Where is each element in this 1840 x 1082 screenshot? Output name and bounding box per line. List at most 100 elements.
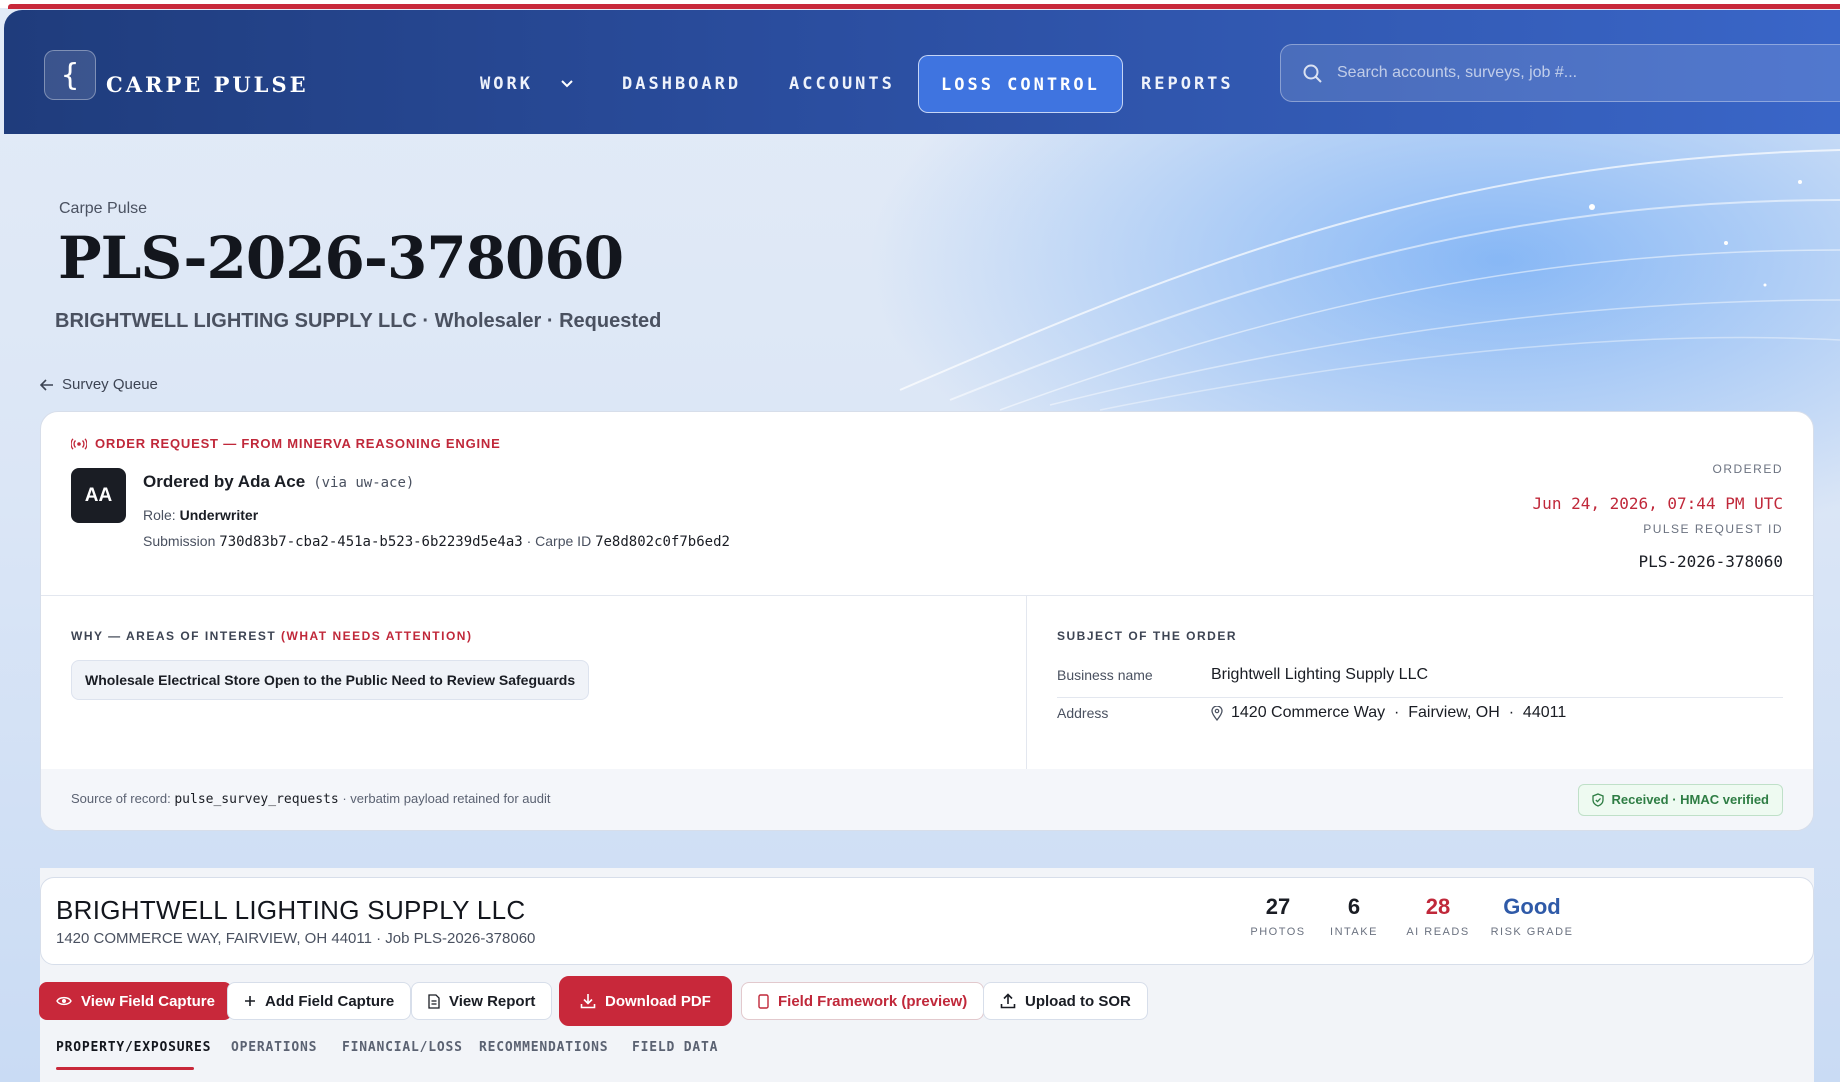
source-prefix: Source of record:: [71, 791, 171, 806]
address-value: 1420 Commerce Way · Fairview, OH · 44011: [1231, 704, 1567, 721]
field-framework-button[interactable]: Field Framework (preview): [741, 982, 985, 1020]
button-label: Download PDF: [605, 992, 711, 1010]
view-field-capture-button[interactable]: View Field Capture: [39, 982, 232, 1020]
page-subtitle: BRIGHTWELL LIGHTING SUPPLY LLC · Wholesa…: [55, 310, 662, 332]
button-label: View Field Capture: [81, 992, 215, 1010]
role-label: Role:: [143, 507, 176, 523]
separator: ·: [526, 533, 532, 549]
back-to-survey-queue-link[interactable]: Survey Queue: [40, 376, 158, 393]
search-input[interactable]: Search accounts, surveys, job #...: [1280, 44, 1840, 102]
brand-name[interactable]: CARPE PULSE: [106, 72, 309, 97]
carpe-id-label: Carpe ID: [535, 533, 592, 549]
business-name-label: Business name: [1057, 667, 1153, 683]
download-icon: [580, 994, 596, 1009]
nav-dashboard[interactable]: DASHBOARD: [622, 55, 741, 113]
tab-financial-loss[interactable]: FINANCIAL/LOSS: [342, 1040, 463, 1055]
mobile-icon: [758, 993, 769, 1009]
submission-line: Submission 730d83b7-cba2-451a-b523-6b223…: [143, 533, 730, 550]
nav-work[interactable]: WORK: [480, 55, 574, 113]
account-address-job: 1420 COMMERCE WAY, FAIRVIEW, OH 44011 · …: [56, 930, 536, 947]
upload-to-sor-button[interactable]: Upload to SOR: [983, 982, 1148, 1020]
subject-of-order-label: SUBJECT OF THE ORDER: [1057, 629, 1238, 643]
download-pdf-button[interactable]: Download PDF: [559, 976, 732, 1026]
nav-work-label: WORK: [480, 74, 533, 94]
active-tab-indicator: [56, 1067, 194, 1070]
submission-label: Submission: [143, 533, 216, 549]
source-table: pulse_survey_requests: [174, 792, 339, 807]
tab-operations[interactable]: OPERATIONS: [231, 1040, 317, 1055]
stat-label: INTAKE: [1330, 926, 1378, 938]
divider: [1057, 697, 1783, 698]
page-title: PLS-2026-378060: [58, 224, 624, 292]
button-label: Field Framework (preview): [778, 992, 968, 1010]
top-accent-bar: [0, 0, 1840, 9]
nav-reports[interactable]: REPORTS: [1141, 55, 1234, 113]
breadcrumb[interactable]: Carpe Pulse: [59, 200, 147, 218]
add-field-capture-button[interactable]: Add Field Capture: [227, 982, 412, 1020]
status-badge: Received · HMAC verified: [1577, 784, 1783, 816]
nav-loss-control[interactable]: LOSS CONTROL: [918, 55, 1123, 113]
back-link-label: Survey Queue: [62, 376, 158, 393]
avatar: AA: [71, 468, 126, 523]
why-label-text: WHY — AREAS OF INTEREST: [71, 629, 277, 643]
tab-property-exposures[interactable]: PROPERTY/EXPOSURES: [56, 1040, 211, 1055]
stat-label: RISK GRADE: [1490, 926, 1574, 938]
stat-label: AI READS: [1406, 926, 1470, 938]
plus-icon: [245, 996, 255, 1006]
brand-logo[interactable]: {: [44, 50, 96, 100]
pulse-request-id-label: PULSE REQUEST ID: [1643, 522, 1783, 536]
order-request-tag: ORDER REQUEST — FROM MINERVA REASONING E…: [71, 436, 501, 451]
divider: [1026, 595, 1027, 769]
account-summary: BRIGHTWELL LIGHTING SUPPLY LLC 1420 COMM…: [40, 877, 1814, 965]
order-request-tag-text: ORDER REQUEST — FROM MINERVA REASONING E…: [95, 436, 501, 451]
tab-field-data[interactable]: FIELD DATA: [632, 1040, 718, 1055]
ordered-by: Ordered by Ada Ace (via uw-ace): [143, 472, 414, 492]
role-line: Role: Underwriter: [143, 507, 258, 523]
button-label: Upload to SOR: [1025, 992, 1131, 1010]
arrow-left-icon: [40, 378, 53, 391]
broadcast-icon: [71, 437, 87, 450]
button-label: View Report: [449, 992, 536, 1010]
why-label-emphasis: (WHAT NEEDS ATTENTION): [281, 629, 473, 643]
search-icon: [1303, 64, 1322, 83]
ordered-by-name: Ordered by Ada Ace: [143, 472, 306, 491]
source-suffix: · verbatim payload retained for audit: [342, 791, 551, 806]
address-label: Address: [1057, 705, 1109, 721]
pulse-request-id: PLS-2026-378060: [1638, 552, 1784, 571]
stat-photos: 27 PHOTOS: [1248, 894, 1308, 938]
verified-text: Received · HMAC verified: [1611, 792, 1770, 807]
stat-value: 27: [1265, 894, 1291, 919]
ordered-via: (via uw-ace): [313, 475, 415, 491]
carpe-id: 7e8d802c0f7b6ed2: [595, 534, 730, 550]
business-name-value: Brightwell Lighting Supply LLC: [1211, 666, 1429, 683]
ordered-date: Jun 24, 2026, 07:44 PM UTC: [1532, 494, 1783, 513]
view-report-button[interactable]: View Report: [411, 982, 553, 1020]
map-pin-icon: [1211, 705, 1223, 721]
shield-check-icon: [1591, 793, 1604, 807]
chevron-down-icon: [561, 80, 573, 88]
card-footer: Source of record: pulse_survey_requests …: [41, 769, 1813, 830]
upload-icon: [1000, 993, 1016, 1009]
eye-icon: [56, 996, 72, 1006]
order-request-card: ORDER REQUEST — FROM MINERVA REASONING E…: [40, 411, 1814, 831]
top-navigation: { CARPE PULSE WORK DASHBOARD ACCOUNTS LO…: [4, 10, 1840, 134]
source-of-record: Source of record: pulse_survey_requests …: [71, 791, 550, 807]
address-value-row: 1420 Commerce Way · Fairview, OH · 44011: [1211, 704, 1566, 722]
nav-accounts[interactable]: ACCOUNTS: [789, 55, 895, 113]
stat-label: PHOTOS: [1250, 926, 1306, 938]
button-label: Add Field Capture: [265, 992, 395, 1010]
divider: [41, 595, 1813, 596]
stat-intake: 6 INTAKE: [1324, 894, 1384, 938]
search-placeholder: Search accounts, surveys, job #...: [1337, 64, 1578, 81]
stat-risk-grade: Good RISK GRADE: [1487, 894, 1577, 938]
stat-value: Good: [1503, 894, 1561, 919]
stat-value: 28: [1425, 894, 1451, 919]
stat-ai-reads: 28 AI READS: [1403, 894, 1473, 938]
submission-id: 730d83b7-cba2-451a-b523-6b2239d5e4a3: [219, 534, 523, 550]
interest-chip[interactable]: Wholesale Electrical Store Open to the P…: [71, 660, 590, 700]
role-value: Underwriter: [179, 507, 259, 523]
stat-value: 6: [1347, 894, 1361, 919]
account-name: BRIGHTWELL LIGHTING SUPPLY LLC: [56, 895, 526, 925]
document-icon: [428, 993, 440, 1009]
tab-recommendations[interactable]: RECOMMENDATIONS: [479, 1040, 608, 1055]
